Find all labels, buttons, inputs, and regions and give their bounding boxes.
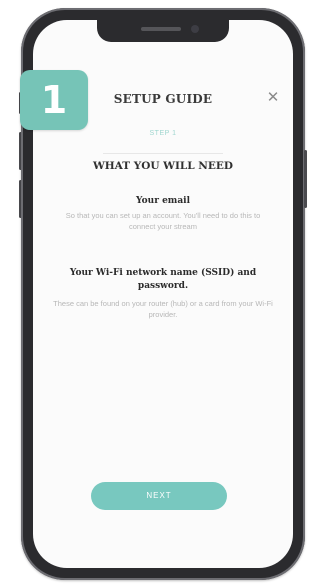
divider	[103, 153, 223, 154]
item-description-email: So that you can set up an account. You'l…	[65, 211, 261, 231]
power-button	[304, 150, 307, 208]
front-camera	[191, 25, 199, 33]
close-icon[interactable]: ✕	[263, 88, 283, 108]
step-number-badge: 1	[20, 70, 88, 130]
item-title-email: Your email	[136, 196, 190, 206]
item-description-wifi: These can be found on your router (hub) …	[53, 299, 273, 319]
next-button[interactable]: NEXT	[91, 482, 227, 510]
notch	[97, 20, 229, 42]
step-number: 1	[40, 78, 68, 122]
item-title-wifi: Your Wi-Fi network name (SSID) and passw…	[69, 268, 257, 291]
section-title: WHAT YOU WILL NEED	[92, 160, 234, 172]
speaker-grille	[141, 27, 181, 31]
step-label: STEP 1	[149, 130, 177, 137]
